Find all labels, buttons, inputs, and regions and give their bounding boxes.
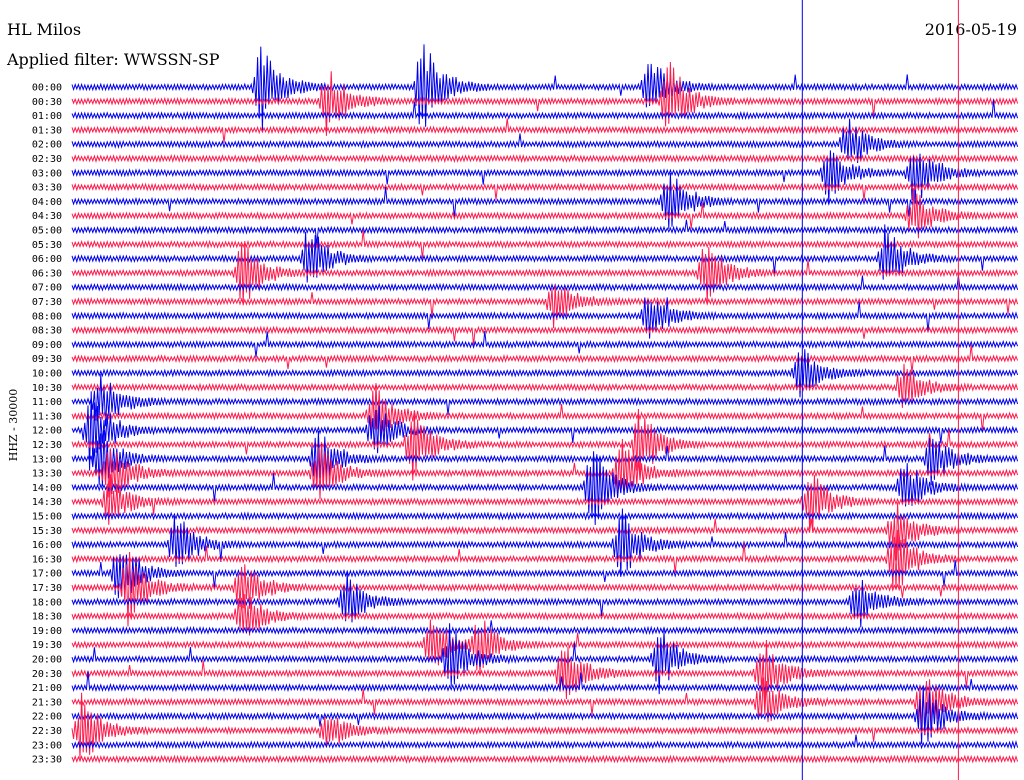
trace-row <box>71 219 1019 245</box>
trace-row <box>71 408 1019 481</box>
trace-row <box>71 153 1019 164</box>
trace-row <box>71 734 1019 750</box>
trace-row <box>71 754 1019 764</box>
row-tick-label: 09:00 <box>32 340 62 351</box>
row-tick-label: 00:00 <box>32 83 62 94</box>
trace-row <box>71 275 1019 292</box>
trace-row <box>71 511 1019 521</box>
row-tick-label: 18:00 <box>32 597 62 608</box>
trace-row <box>71 61 1019 136</box>
row-tick-label: 15:00 <box>32 512 62 523</box>
row-tick-label: 19:00 <box>32 626 62 637</box>
trace-row <box>71 639 1019 708</box>
helicorder-plot: 00:00 00:30 01:00 01:30 02:00 02:30 03:00 03:30… <box>32 0 1019 780</box>
trace-row <box>71 430 1019 487</box>
trace-row <box>71 438 1019 500</box>
row-tick-label: 10:00 <box>32 369 62 380</box>
row-tick-label: 05:00 <box>32 226 62 237</box>
row-tick-label: 04:00 <box>32 197 62 208</box>
row-tick-label: 18:30 <box>32 612 62 623</box>
trace-row <box>71 474 1019 531</box>
row-tick-label: 07:00 <box>32 283 62 294</box>
row-tick-label: 07:30 <box>32 297 62 308</box>
row-tick-label: 09:30 <box>32 354 62 365</box>
row-tick-label: 16:00 <box>32 540 62 551</box>
trace-row <box>71 508 1019 577</box>
row-tick-label: 13:00 <box>32 454 62 465</box>
row-tick-label: 22:00 <box>32 712 62 723</box>
row-tick-label: 06:00 <box>32 254 62 265</box>
row-tick-label: 14:00 <box>32 483 62 494</box>
row-tick-label: 19:30 <box>32 640 62 651</box>
row-tick-label: 02:00 <box>32 140 62 151</box>
trace-row <box>71 344 1019 373</box>
row-tick-label: 00:30 <box>32 97 62 108</box>
row-tick-label: 11:00 <box>32 397 62 408</box>
row-tick-label: 20:00 <box>32 655 62 666</box>
trace-row <box>71 330 1019 358</box>
row-tick-label: 17:30 <box>32 583 62 594</box>
row-tick-label: 03:30 <box>32 183 62 194</box>
trace-group <box>71 44 1019 764</box>
row-tick-label: 02:30 <box>32 154 62 165</box>
row-tick-label: 01:00 <box>32 111 62 122</box>
trace-row <box>71 623 1019 695</box>
row-tick-label: 23:30 <box>32 755 62 766</box>
row-tick-label: 22:30 <box>32 726 62 737</box>
trace-row <box>71 182 1019 201</box>
row-tick-label: 03:00 <box>32 168 62 179</box>
row-tick-label: 21:00 <box>32 683 62 694</box>
tick-label-group: 00:00 00:30 01:00 01:30 02:00 02:30 03:00 03:30… <box>32 83 62 766</box>
row-tick-label: 06:30 <box>32 268 62 279</box>
row-tick-label: 16:30 <box>32 554 62 565</box>
trace-row <box>71 502 1019 561</box>
row-tick-label: 01:30 <box>32 125 62 136</box>
row-tick-label: 23:00 <box>32 740 62 751</box>
row-tick-label: 15:30 <box>32 526 62 537</box>
trace-row <box>71 172 1019 229</box>
row-tick-label: 05:30 <box>32 240 62 251</box>
row-tick-label: 12:30 <box>32 440 62 451</box>
row-tick-label: 08:30 <box>32 326 62 337</box>
row-tick-label: 20:30 <box>32 669 62 680</box>
row-tick-label: 04:30 <box>32 211 62 222</box>
row-tick-label: 14:30 <box>32 497 62 508</box>
row-tick-label: 08:00 <box>32 311 62 322</box>
row-tick-label: 12:00 <box>32 426 62 437</box>
row-tick-label: 10:30 <box>32 383 62 394</box>
row-tick-label: 13:30 <box>32 469 62 480</box>
trace-row <box>71 620 1019 636</box>
trace-row <box>71 297 1019 339</box>
trace-row <box>71 619 1019 675</box>
row-tick-label: 11:30 <box>32 411 62 422</box>
trace-row <box>71 240 1019 306</box>
trace-row <box>71 230 1019 259</box>
trace-row <box>71 285 1019 329</box>
row-tick-label: 17:00 <box>32 569 62 580</box>
trace-row <box>71 686 1019 744</box>
row-tick-label: 21:30 <box>32 697 62 708</box>
